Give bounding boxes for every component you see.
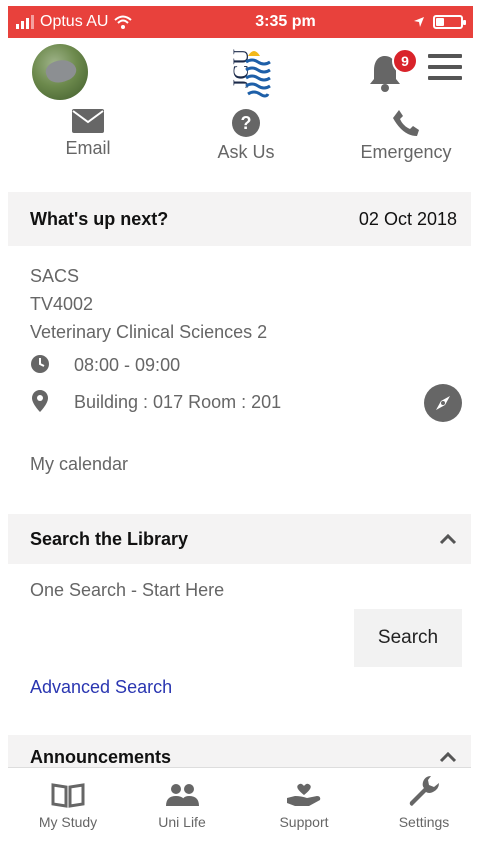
- signal-icon: [16, 15, 34, 29]
- map-pin-icon: [32, 390, 48, 412]
- announcements-header[interactable]: Announcements: [8, 735, 471, 767]
- chevron-up-icon[interactable]: [439, 751, 457, 763]
- tab-label: Support: [279, 814, 329, 830]
- class-time-text: 08:00 - 09:00: [74, 355, 181, 375]
- subject-name-text: Veterinary Clinical Sciences 2: [30, 322, 268, 342]
- library-title: Search the Library: [30, 528, 189, 549]
- email-button[interactable]: Email: [58, 108, 118, 159]
- notification-badge: 9: [392, 48, 418, 74]
- status-bar: Optus AU 3:35 pm: [8, 6, 473, 38]
- ask-us-button[interactable]: ? Ask Us: [210, 108, 282, 163]
- my-calendar-link[interactable]: My calendar: [30, 454, 128, 475]
- status-time: 3:35 pm: [255, 13, 316, 30]
- app-header: JCU 9: [0, 38, 479, 108]
- advanced-search-link[interactable]: Advanced Search: [30, 677, 172, 698]
- wrench-icon: [409, 776, 439, 806]
- tab-uni-life[interactable]: Uni Life: [132, 782, 232, 830]
- tab-my-study[interactable]: My Study: [18, 782, 118, 830]
- whats-up-next-title: What's up next?: [30, 208, 169, 229]
- book-icon: [51, 783, 85, 808]
- location-arrow-icon: [414, 17, 424, 27]
- location-text: Building : 017 Room : 201: [74, 392, 282, 412]
- people-icon: [166, 784, 199, 806]
- hand-heart-icon: [287, 783, 321, 806]
- phone-icon: [393, 110, 419, 136]
- status-right: [413, 15, 473, 29]
- wifi-icon: [114, 15, 133, 29]
- tab-label: Settings: [398, 814, 450, 830]
- battery-icon: [433, 15, 466, 29]
- jcu-logo: JCU: [228, 49, 271, 98]
- envelope-icon: [72, 109, 104, 133]
- emergency-button[interactable]: Emergency: [350, 108, 462, 163]
- campus-text: SACS: [30, 266, 80, 286]
- quick-actions: Email ? Ask Us Emergency: [0, 108, 479, 178]
- carrier-label: Optus AU: [40, 13, 109, 30]
- emergency-label: Emergency: [360, 142, 452, 162]
- tab-support[interactable]: Support: [254, 782, 354, 830]
- tab-label: Uni Life: [158, 814, 206, 830]
- tab-bar: My Study Uni Life Support Settings: [8, 767, 471, 843]
- user-avatar[interactable]: [32, 44, 88, 100]
- svg-text:?: ?: [241, 113, 252, 133]
- compass-icon[interactable]: [424, 384, 462, 422]
- search-button[interactable]: Search: [354, 609, 462, 667]
- hamburger-menu-icon[interactable]: [428, 54, 462, 82]
- clock-icon: [31, 355, 49, 373]
- tab-settings[interactable]: Settings: [374, 776, 474, 830]
- subject-code-text: TV4002: [30, 294, 94, 314]
- whats-up-next-date: 02 Oct 2018: [358, 208, 457, 229]
- chevron-up-icon[interactable]: [439, 533, 457, 545]
- tab-label: My Study: [38, 814, 98, 830]
- library-header[interactable]: Search the Library: [8, 514, 471, 564]
- library-search-input[interactable]: One Search - Start Here: [30, 580, 224, 601]
- whats-up-next-header: What's up next? 02 Oct 2018: [8, 192, 471, 246]
- announcements-title: Announcements: [30, 747, 172, 767]
- ask-us-label: Ask Us: [217, 142, 275, 162]
- email-label: Email: [65, 138, 111, 158]
- question-circle-icon: ?: [232, 109, 260, 137]
